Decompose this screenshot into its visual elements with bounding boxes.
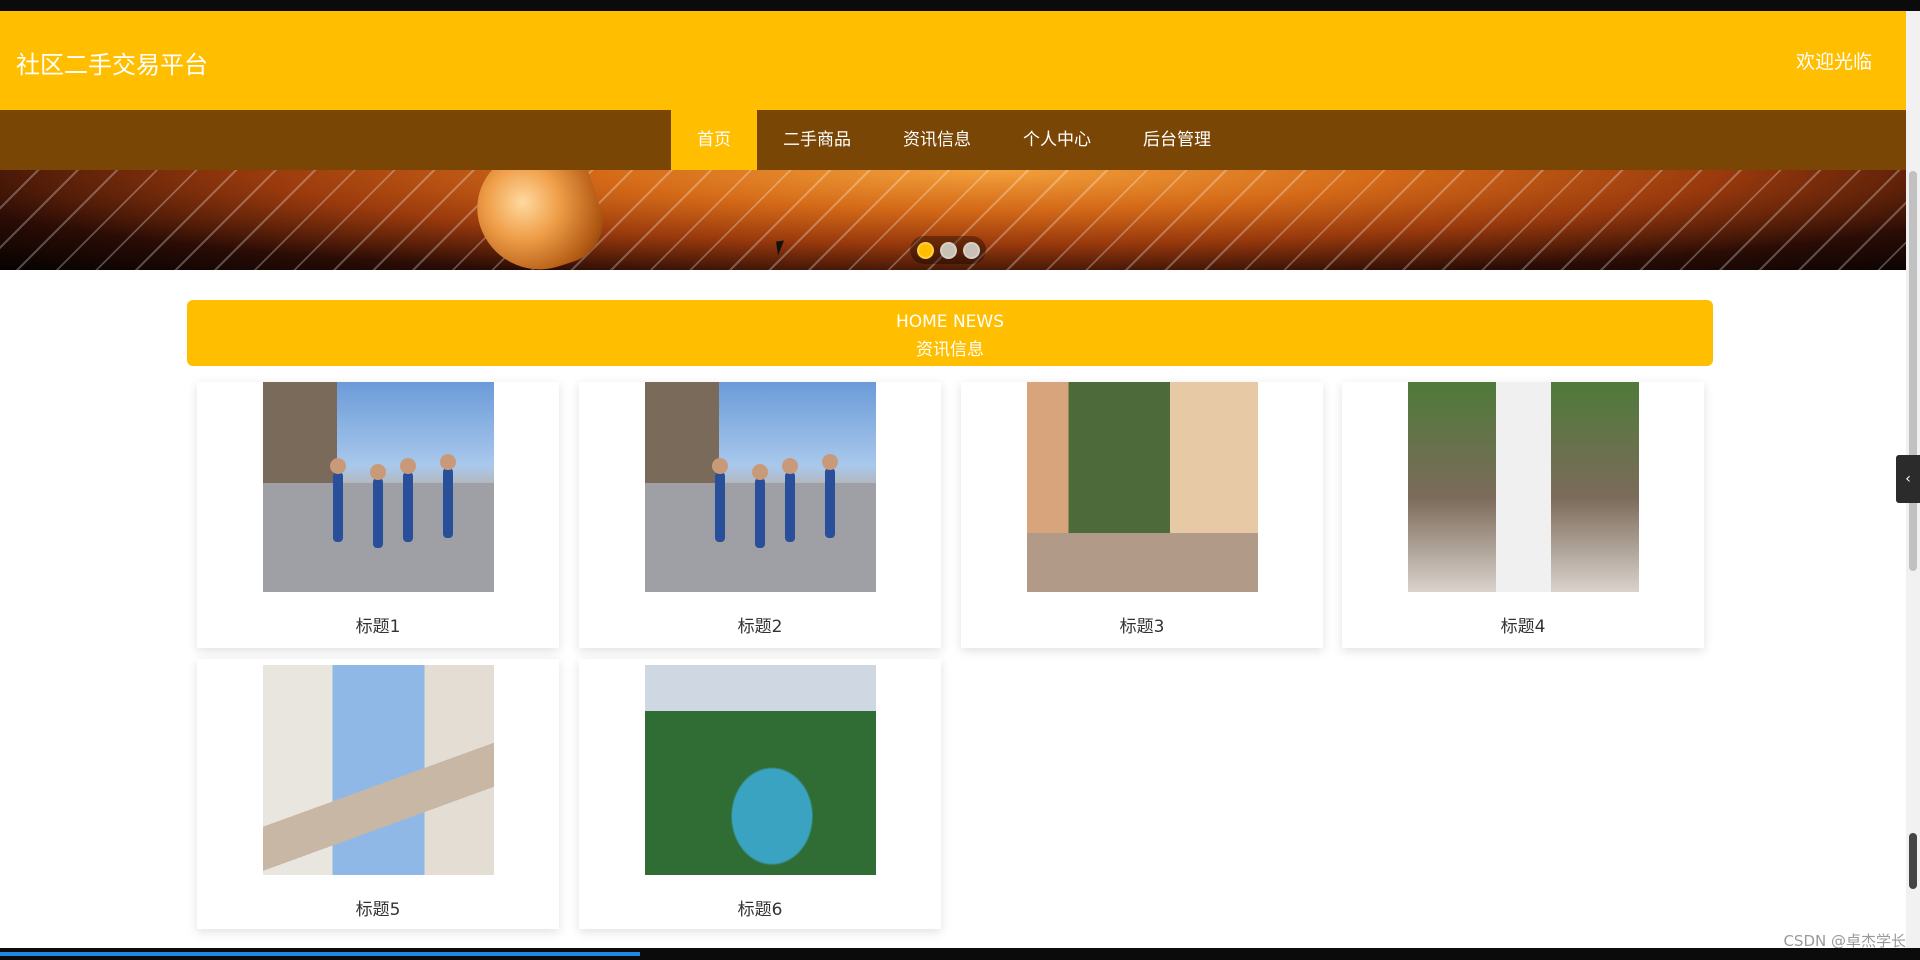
section-title-cn: 资讯信息 bbox=[916, 340, 984, 360]
scrollbar-thumb[interactable] bbox=[1909, 171, 1917, 571]
nav-item-home[interactable]: 首页 bbox=[671, 110, 757, 170]
news-card-6[interactable]: 标题6 bbox=[579, 659, 941, 929]
nav-item-secondhand-goods[interactable]: 二手商品 bbox=[757, 110, 877, 170]
news-title-5[interactable]: 标题5 bbox=[197, 895, 559, 920]
nav-item-news[interactable]: 资讯信息 bbox=[877, 110, 997, 170]
news-card-1[interactable]: 标题1 bbox=[197, 382, 559, 648]
news-card-2[interactable]: 标题2 bbox=[579, 382, 941, 648]
photo-figure bbox=[752, 464, 768, 548]
photo-figure bbox=[822, 454, 838, 538]
carousel-dot-1[interactable] bbox=[916, 241, 934, 259]
photo-figure bbox=[782, 458, 798, 542]
photo-figure bbox=[400, 458, 416, 542]
carousel-dot-3[interactable] bbox=[962, 241, 980, 259]
news-thumbnail-3[interactable] bbox=[1027, 382, 1258, 592]
news-thumbnail-4[interactable] bbox=[1408, 382, 1639, 592]
taskbar-progress-bar bbox=[0, 952, 640, 956]
news-section-header: HOME NEWS 资讯信息 bbox=[187, 300, 1713, 366]
site-header: 社区二手交易平台 欢迎光临 bbox=[0, 11, 1906, 110]
main-nav: 首页 二手商品 资讯信息 个人中心 后台管理 bbox=[0, 110, 1906, 170]
news-thumbnail-1[interactable] bbox=[263, 382, 494, 592]
nav-items: 首页 二手商品 资讯信息 个人中心 后台管理 bbox=[671, 110, 1237, 170]
news-thumbnail-2[interactable] bbox=[645, 382, 876, 592]
news-card-4[interactable]: 标题4 bbox=[1342, 382, 1704, 648]
news-thumbnail-5[interactable] bbox=[263, 665, 494, 875]
news-title-3[interactable]: 标题3 bbox=[961, 612, 1323, 637]
photo-figure bbox=[712, 458, 728, 542]
banner-image-decoration bbox=[462, 170, 614, 270]
news-thumbnail-6[interactable] bbox=[645, 665, 876, 875]
site-title[interactable]: 社区二手交易平台 bbox=[16, 45, 208, 80]
window-top-strip bbox=[0, 0, 1920, 11]
photo-figure bbox=[370, 464, 386, 548]
banner-carousel[interactable] bbox=[0, 170, 1906, 270]
scrollbar-position-marker bbox=[1909, 833, 1917, 889]
photo-figure bbox=[440, 454, 456, 538]
news-card-3[interactable]: 标题3 bbox=[961, 382, 1323, 648]
news-card-5[interactable]: 标题5 bbox=[197, 659, 559, 929]
carousel-dot-2[interactable] bbox=[939, 241, 957, 259]
chevron-left-icon[interactable]: ‹ bbox=[1896, 455, 1920, 503]
carousel-indicators bbox=[910, 236, 986, 264]
photo-figure bbox=[330, 458, 346, 542]
news-title-4[interactable]: 标题4 bbox=[1342, 612, 1704, 637]
section-title-en: HOME NEWS bbox=[895, 312, 1005, 332]
welcome-text: 欢迎光临 bbox=[1795, 51, 1872, 73]
news-title-6[interactable]: 标题6 bbox=[579, 895, 941, 920]
nav-item-profile[interactable]: 个人中心 bbox=[997, 110, 1117, 170]
news-title-2[interactable]: 标题2 bbox=[579, 612, 941, 637]
news-title-1[interactable]: 标题1 bbox=[197, 612, 559, 637]
nav-item-admin[interactable]: 后台管理 bbox=[1117, 110, 1237, 170]
